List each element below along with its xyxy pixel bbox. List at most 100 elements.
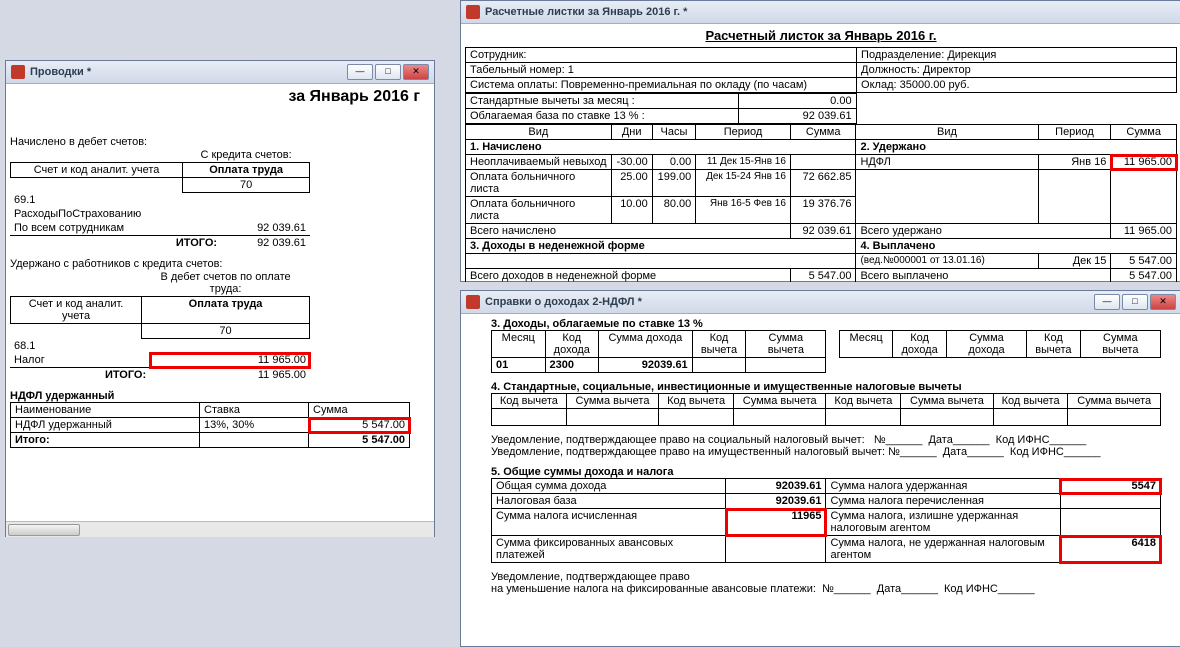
r-totpaid: Всего выплачено [856,269,1111,283]
h-type: Вид [466,125,612,140]
content-postings: за Январь 2016 г Начислено в дебет счето… [6,84,434,537]
acc-70: 70 [183,178,310,193]
sec-accrued: 1. Начислено [466,140,856,155]
app-icon-2 [466,5,480,19]
stdded-val: 0.00 [739,94,856,109]
app-icon-3 [466,295,480,309]
col-name: Наименование [11,403,200,418]
minimize-button[interactable]: — [347,64,373,80]
section1-title: Начислено в дебет счетов: [10,136,430,148]
titlebar-postings[interactable]: Проводки * — □ ✕ [6,61,434,84]
period-title: за Январь 2016 г [10,88,430,106]
debit-header: В дебет счетов по оплате труда: [142,270,310,297]
r-totwith: Всего удержано [856,224,1111,239]
minimize-button-3[interactable]: — [1094,294,1120,310]
r-advance: Сумма фиксированных авансовых платежей [492,536,726,563]
row-681: 68.1 [10,339,150,353]
h-dcode: Код вычета [692,331,746,358]
m-01: 01 [492,358,546,373]
itogo-label: ИТОГО: [10,236,221,251]
row-emp: Сотрудник: [466,48,857,63]
r-taxover: Сумма налога, излишне удержанная налогов… [826,509,1060,536]
window-postings: Проводки * — □ ✕ за Январь 2016 г Начисл… [5,60,435,537]
mc-2300: 2300 [545,358,599,373]
row-paysys: Система оплаты: Повременно-премиальная п… [466,78,857,93]
credit-header: С кредита счетов: [183,148,310,163]
ms-92039: 92039.61 [599,358,693,373]
r-totink: Всего доходов в неденежной форме [466,269,791,283]
r-sick2: Оплата больничного листа [466,197,612,224]
sec-inkind: 3. Доходы в неденежной форме [466,239,856,254]
app-icon [11,65,25,79]
titlebar-2ndfl[interactable]: Справки о доходах 2-НДФЛ * — □ ✕ [461,291,1180,314]
h-days: Дни [611,125,652,140]
titlebar-payslip[interactable]: Расчетные листки за Январь 2016 г. * [461,1,1180,24]
h-icode: Код дохода [545,331,599,358]
content-payslip: Расчетный листок за Январь 2016 г. Сотру… [461,24,1180,282]
row-allemp: По всем сотрудникам [10,221,221,236]
row-dept: Подразделение: Дирекция [857,48,1177,63]
r-ved: (вед.№000001 от 13.01.16) [856,254,1038,269]
maximize-button-3[interactable]: □ [1122,294,1148,310]
itogo3-val: 5 547.00 [309,433,410,448]
itogo3-label: Итого: [11,433,200,448]
row-tabnum: Табельный номер: 1 [466,63,857,78]
val-6418: 6418 [1060,536,1160,563]
window-2ndfl: Справки о доходах 2-НДФЛ * — □ ✕ 3. Дохо… [460,290,1180,647]
val-5547-ndfl: 5 547.00 [309,418,410,433]
stdded-label: Стандартные вычеты за месяц : [466,94,739,109]
row-ins: РасходыПоСтрахованию [10,207,221,221]
sec5-title: 5. Общие суммы дохода и налога [491,466,1177,478]
itogo2-val: 11 965.00 [150,368,310,383]
col-pay2: Оплата труда [142,297,310,324]
r-taxwith: Сумма налога удержанная [826,479,1060,494]
row-ndfl: НДФЛ удержанный [11,418,200,433]
val-11965: 11965 [726,509,826,536]
row-rate: 13%, 30% [200,418,309,433]
col-sum: Сумма [309,403,410,418]
doc-title: Расчетный листок за Январь 2016 г. [465,28,1177,43]
note2: Уведомление, подтверждающее право на иму… [491,446,1177,458]
col-account2: Счет и код аналит. учета [11,297,142,324]
maximize-button[interactable]: □ [375,64,401,80]
window-payslip: Расчетные листки за Январь 2016 г. * Рас… [460,0,1180,282]
row-691: 69.1 [10,193,221,207]
itogo2-label: ИТОГО: [10,368,150,383]
val-11965-slip: 11 965.00 [1111,155,1177,170]
r-totinc: Общая сумма дохода [492,479,726,494]
r-taxbase: Налоговая база [492,494,726,509]
scrollbar-h[interactable] [6,521,434,537]
section2-title: Удержано с работников с кредита счетов: [10,258,430,270]
title-text: Проводки * [30,66,342,78]
acc-70b: 70 [142,324,310,339]
r-taxpaid: Сумма налога перечисленная [826,494,1060,509]
h-period2: Период [1038,125,1111,140]
row-salary: Оклад: 35000.00 руб. [857,78,1177,93]
r-abs: Неоплачиваемый невыход [466,155,612,170]
h-isum: Сумма дохода [599,331,693,358]
close-button-3[interactable]: ✕ [1150,294,1176,310]
h-month: Месяц [492,331,546,358]
note3b: на уменьшение налога на фиксированные ав… [491,583,1177,595]
h-type2: Вид [856,125,1038,140]
val-5547: 5547 [1060,479,1160,494]
close-button[interactable]: ✕ [403,64,429,80]
sec3-title: 3. Доходы, облагаемые по ставке 13 % [491,318,1177,330]
h-period: Период [696,125,791,140]
h-sum2: Сумма [1111,125,1177,140]
h-hours: Часы [652,125,696,140]
sec-withheld: 2. Удержано [856,140,1177,155]
h-dsum: Сумма вычета [746,331,826,358]
col-account: Счет и код аналит. учета [11,163,183,178]
r-sick1: Оплата больничного листа [466,170,612,197]
row-tax: Налог [10,353,150,368]
r-taxcalc: Сумма налога исчисленная [492,509,726,536]
title-text-3: Справки о доходах 2-НДФЛ * [485,296,1089,308]
val-11965-tax: 11 965.00 [150,353,310,368]
sec-paid: 4. Выплачено [856,239,1177,254]
note1: Уведомление, подтверждающее право на соц… [491,434,1177,446]
row-pos: Должность: Директор [857,63,1177,78]
title-text-2: Расчетные листки за Январь 2016 г. * [485,6,1176,18]
r-notwith: Сумма налога, не удержанная налоговым аг… [826,536,1060,563]
r-totacc: Всего начислено [466,224,791,239]
